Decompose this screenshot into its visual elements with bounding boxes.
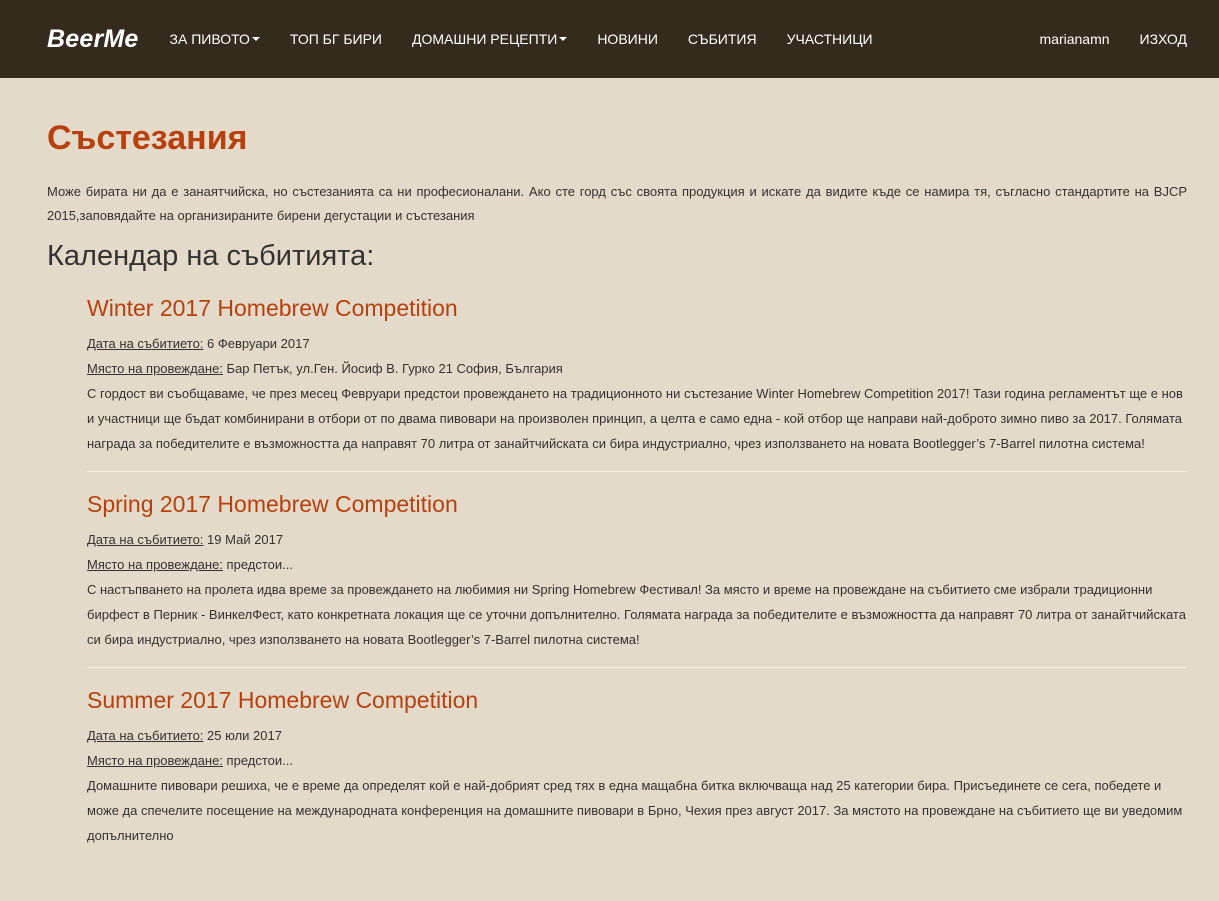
nav-item-events[interactable]: СЪБИТИЯ bbox=[673, 31, 772, 47]
caret-down-icon bbox=[251, 37, 260, 41]
nav-item-label: СЪБИТИЯ bbox=[687, 31, 757, 47]
calendar-heading: Календар на събитията: bbox=[47, 240, 375, 272]
event-date-line: Дата на събитието: 25 юли 2017 bbox=[87, 723, 1187, 748]
page-title: Състезания bbox=[47, 119, 248, 157]
username-link[interactable]: marianamn bbox=[1010, 31, 1110, 47]
nav-item-label: ЗА ПИВОТО bbox=[169, 31, 250, 47]
nav-item-home-recipes[interactable]: ДОМАШНИ РЕЦЕПТИ bbox=[397, 31, 582, 47]
event-date-label: Дата на събитието: bbox=[87, 336, 204, 351]
nav-item-participants[interactable]: УЧАСТНИЦИ bbox=[772, 31, 888, 47]
event-place-value: предстои... bbox=[226, 557, 293, 572]
nav-user-area: marianamn ИЗХОД bbox=[1010, 31, 1188, 47]
event-place-label: Място на провеждане: bbox=[87, 361, 223, 376]
intro-paragraph: Може бирата ни да е занаятчийска, но със… bbox=[47, 184, 1187, 223]
event-description: С гордост ви съобщаваме, че през месец Ф… bbox=[87, 386, 1183, 451]
nav-item-about-beer[interactable]: ЗА ПИВОТО bbox=[155, 31, 275, 47]
nav-item-news[interactable]: НОВИНИ bbox=[582, 31, 673, 47]
event-title[interactable]: Spring 2017 Homebrew Competition bbox=[87, 489, 1187, 519]
event-title[interactable]: Winter 2017 Homebrew Competition bbox=[87, 293, 1187, 323]
event-date-value: 25 юли 2017 bbox=[207, 728, 282, 743]
event-date-label: Дата на събитието: bbox=[87, 728, 204, 743]
event-item: Winter 2017 Homebrew Competition Дата на… bbox=[87, 293, 1187, 472]
event-place-line: Място на провеждане: предстои... bbox=[87, 748, 1187, 773]
event-date-line: Дата на събитието: 6 Февруари 2017 bbox=[87, 331, 1187, 356]
event-title[interactable]: Summer 2017 Homebrew Competition bbox=[87, 685, 1187, 715]
nav-item-label: УЧАСТНИЦИ bbox=[786, 31, 873, 47]
event-date-value: 19 Май 2017 bbox=[207, 532, 284, 547]
event-place-value: предстои... bbox=[226, 753, 293, 768]
event-item: Spring 2017 Homebrew Competition Дата на… bbox=[87, 489, 1187, 668]
main-content: Състезания Може бирата ни да е занаятчий… bbox=[0, 118, 1219, 848]
nav-item-top-bg-beers[interactable]: ТОП БГ БИРИ bbox=[275, 31, 397, 47]
brand-logo[interactable]: BeerMe bbox=[47, 25, 139, 54]
logout-link[interactable]: ИЗХОД bbox=[1110, 31, 1187, 47]
events-list: Winter 2017 Homebrew Competition Дата на… bbox=[47, 293, 1187, 848]
event-place-label: Място на провеждане: bbox=[87, 753, 223, 768]
event-date-value: 6 Февруари 2017 bbox=[207, 336, 310, 351]
event-place-line: Място на провеждане: Бар Петък, ул.Ген. … bbox=[87, 356, 1187, 381]
top-navbar: BeerMe ЗА ПИВОТО ТОП БГ БИРИ ДОМАШНИ РЕЦ… bbox=[0, 0, 1219, 78]
event-item: Summer 2017 Homebrew Competition Дата на… bbox=[87, 685, 1187, 848]
event-date-line: Дата на събитието: 19 Май 2017 bbox=[87, 527, 1187, 552]
event-place-value: Бар Петък, ул.Ген. Йосиф В. Гурко 21 Соф… bbox=[226, 361, 563, 376]
event-place-label: Място на провеждане: bbox=[87, 557, 223, 572]
nav-item-label: ТОП БГ БИРИ bbox=[289, 31, 382, 47]
event-place-line: Място на провеждане: предстои... bbox=[87, 552, 1187, 577]
caret-down-icon bbox=[559, 37, 568, 41]
event-description: Домашните пивовари решиха, че е време да… bbox=[87, 778, 1183, 843]
nav-item-label: НОВИНИ bbox=[597, 31, 658, 47]
event-date-label: Дата на събитието: bbox=[87, 532, 204, 547]
event-description: С настъпването на пролета идва време за … bbox=[87, 582, 1186, 647]
nav-item-label: ДОМАШНИ РЕЦЕПТИ bbox=[412, 31, 558, 47]
